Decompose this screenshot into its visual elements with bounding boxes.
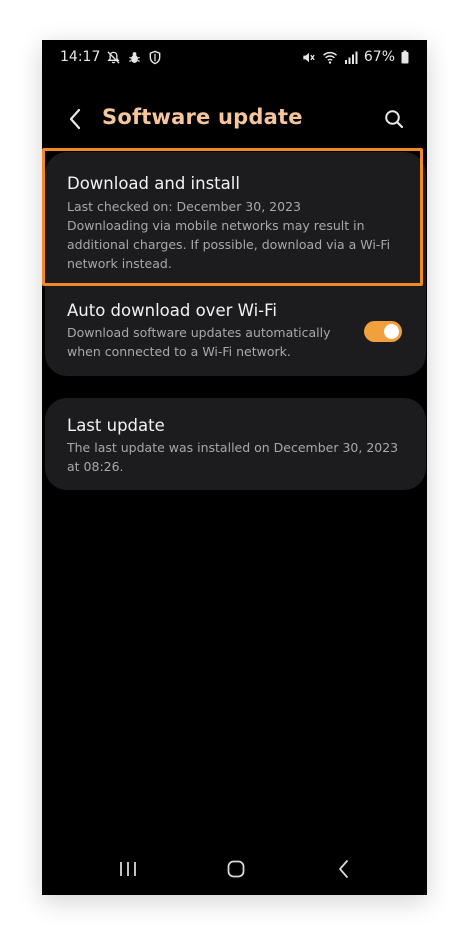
- mobile-network-note: Downloading via mobile networks may resu…: [67, 218, 391, 271]
- toggle-knob: [384, 324, 399, 339]
- recent-apps-button[interactable]: [113, 860, 143, 882]
- nav-back-button[interactable]: [329, 860, 359, 882]
- search-icon: [384, 109, 404, 133]
- last-update-item[interactable]: Last update The last update was installe…: [45, 398, 426, 490]
- battery-icon: [401, 50, 409, 64]
- last-checked-text: Last checked on: December 30, 2023: [67, 199, 301, 214]
- last-update-title: Last update: [67, 416, 165, 435]
- page-title: Software update: [102, 105, 303, 129]
- auto-download-item[interactable]: Auto download over Wi-Fi Download softwa…: [45, 287, 426, 376]
- signal-icon: [344, 50, 358, 65]
- status-bar: 14:17 67%: [42, 40, 427, 78]
- bug-icon: [127, 50, 142, 65]
- chevron-left-icon: [68, 108, 82, 134]
- last-update-description: The last update was installed on Decembe…: [67, 440, 399, 474]
- shield-icon: [148, 50, 162, 65]
- home-icon: [226, 859, 246, 883]
- recent-apps-icon: [118, 860, 138, 882]
- download-title: Download and install: [67, 174, 240, 193]
- auto-download-description: Download software updates automatically …: [67, 325, 331, 359]
- download-and-install-item[interactable]: Download and install Last checked on: De…: [45, 152, 426, 287]
- wifi-icon: [322, 50, 338, 65]
- auto-download-toggle[interactable]: [364, 321, 402, 342]
- notifications-off-icon: [106, 50, 121, 65]
- app-header: Software update: [42, 96, 427, 146]
- phone-screen: 14:17 67% Software update Download and i…: [42, 40, 427, 895]
- back-icon: [337, 859, 351, 883]
- battery-percent: 67%: [363, 49, 395, 65]
- home-button[interactable]: [221, 860, 251, 882]
- search-button[interactable]: [381, 108, 407, 134]
- back-button[interactable]: [62, 108, 88, 134]
- status-time: 14:17: [60, 49, 101, 65]
- update-settings-card: Download and install Last checked on: De…: [45, 152, 426, 376]
- mute-icon: [301, 50, 316, 65]
- auto-download-title: Auto download over Wi-Fi: [67, 301, 277, 320]
- navigation-bar: [42, 850, 427, 890]
